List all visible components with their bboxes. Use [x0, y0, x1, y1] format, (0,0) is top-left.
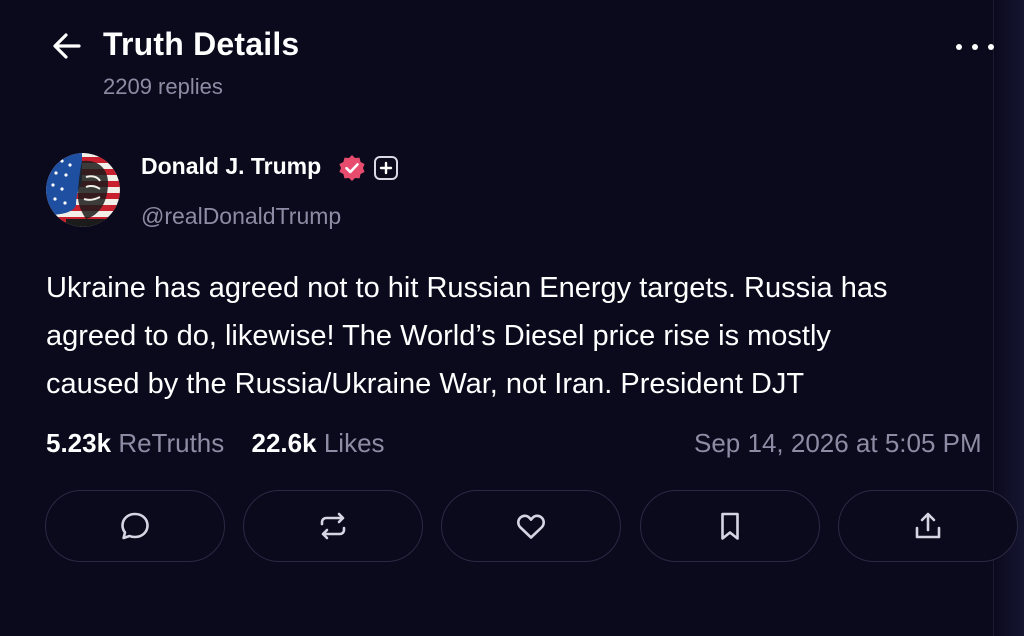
author-handle[interactable]: @realDonaldTrump — [141, 203, 341, 230]
retruth-button[interactable] — [243, 490, 423, 562]
post-stats: 5.23k ReTruths 22.6k Likes — [46, 428, 385, 459]
like-button[interactable] — [441, 490, 621, 562]
heart-icon — [517, 514, 545, 539]
avatar[interactable] — [46, 153, 120, 227]
truth-details-page: Truth Details 2209 replies Donald J. Tru… — [0, 0, 1024, 636]
bookmark-button[interactable] — [640, 490, 820, 562]
reply-button[interactable] — [45, 490, 225, 562]
plus-badge-icon — [374, 156, 398, 180]
post-timestamp: Sep 14, 2026 at 5:05 PM — [694, 428, 982, 458]
verified-badge-icon — [338, 154, 366, 182]
share-icon — [915, 512, 941, 539]
more-horizontal-icon[interactable] — [956, 32, 994, 62]
post-text: Ukraine has agreed not to hit Russian En… — [46, 272, 888, 400]
page-title: Truth Details — [103, 26, 300, 62]
author-name[interactable]: Donald J. Trump — [141, 153, 321, 180]
share-button[interactable] — [838, 490, 1018, 562]
likes-label[interactable]: Likes — [324, 428, 385, 458]
replies-count[interactable]: 2209 replies — [103, 74, 223, 100]
comment-icon — [121, 512, 149, 540]
retruths-count[interactable]: 5.23k — [46, 428, 111, 458]
bookmark-icon — [721, 512, 739, 540]
retruths-label[interactable]: ReTruths — [118, 428, 224, 458]
likes-count[interactable]: 22.6k — [252, 428, 317, 458]
arrow-left-icon[interactable] — [50, 29, 84, 63]
repost-icon — [320, 512, 346, 540]
